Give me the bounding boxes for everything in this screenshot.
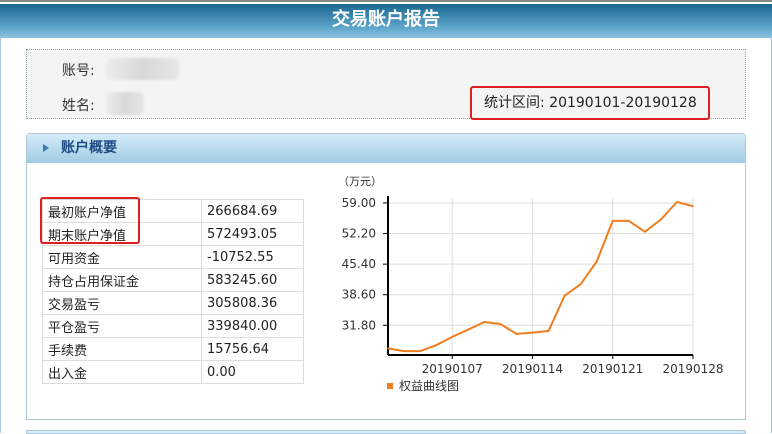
data-point (644, 230, 646, 233)
x-tick-label: 20190107 (422, 362, 483, 376)
name-redacted (106, 92, 144, 115)
data-point (451, 336, 454, 338)
summary-key: 手续费 (42, 337, 202, 361)
summary-row: 平仓盈亏 339840.00 (42, 314, 304, 338)
report-title: 交易账户报告 (0, 4, 772, 38)
data-point (403, 350, 405, 352)
y-tick-label: 31.80 (342, 318, 376, 332)
data-point (660, 218, 662, 221)
data-point (579, 283, 582, 285)
summary-row: 可用资金 -10752.55 (42, 245, 304, 269)
legend-label: 权益曲线图 (399, 379, 459, 393)
summary-heading: 账户概要 (61, 140, 117, 156)
data-point (611, 220, 614, 222)
x-tick-label: 20190128 (662, 362, 723, 376)
net-value-highlight (40, 197, 140, 244)
summary-key: 持仓占用保证金 (42, 268, 202, 292)
summary-value: 305808.36 (201, 291, 304, 315)
equity-chart: （万元） 31.80 38.60 45.40 52.20 59.00 20190107 201… (338, 175, 724, 393)
period-highlight: 统计区间: 20190101-20190128 (470, 86, 710, 120)
summary-row: 手续费 15756.64 (42, 337, 304, 361)
y-tick-label: 45.40 (342, 257, 376, 271)
data-point (692, 205, 694, 208)
y-tick-label: 38.60 (342, 288, 376, 302)
data-point (563, 294, 566, 297)
summary-key: 出入金 (42, 360, 202, 384)
summary-value: 266684.69 (201, 199, 304, 223)
period-value: 20190101-20190128 (549, 95, 697, 111)
data-point (547, 330, 550, 332)
summary-value: 583245.60 (201, 268, 304, 292)
data-point (595, 260, 598, 263)
data-point (419, 350, 421, 352)
x-tick-label: 20190121 (582, 362, 643, 376)
legend-swatch (387, 383, 393, 389)
summary-value: 339840.00 (201, 314, 304, 338)
y-tick-label: 59.00 (342, 196, 376, 210)
data-point (467, 328, 470, 331)
name-label: 姓名: (62, 98, 95, 114)
data-point (435, 344, 437, 346)
summary-key: 可用资金 (42, 245, 202, 269)
summary-row: 交易盈亏 305808.36 (42, 291, 304, 315)
data-point (627, 220, 630, 222)
expand-triangle-icon (43, 144, 49, 152)
data-point (531, 331, 534, 334)
summary-header[interactable]: 账户概要 (27, 134, 745, 163)
data-point (483, 321, 486, 323)
data-point (676, 201, 678, 203)
equity-line (387, 200, 694, 353)
summary-key: 平仓盈亏 (42, 314, 202, 338)
x-tick-label: 20190114 (502, 362, 563, 376)
data-point (387, 347, 389, 350)
summary-value: 15756.64 (201, 337, 304, 361)
data-point (499, 323, 502, 325)
summary-value: 0.00 (201, 360, 304, 384)
summary-row: 持仓占用保证金 583245.60 (42, 268, 304, 292)
summary-row: 出入金 0.00 (42, 360, 304, 384)
unit-label: （万元） (338, 175, 382, 188)
data-point (515, 333, 518, 335)
summary-key: 交易盈亏 (42, 291, 202, 315)
period-label: 统计区间: (484, 95, 545, 111)
summary-value: 572493.05 (201, 222, 304, 246)
summary-value: -10752.55 (201, 245, 304, 269)
y-tick-label: 52.20 (342, 227, 376, 241)
account-number-redacted (106, 58, 179, 80)
account-label: 账号: (62, 63, 95, 79)
